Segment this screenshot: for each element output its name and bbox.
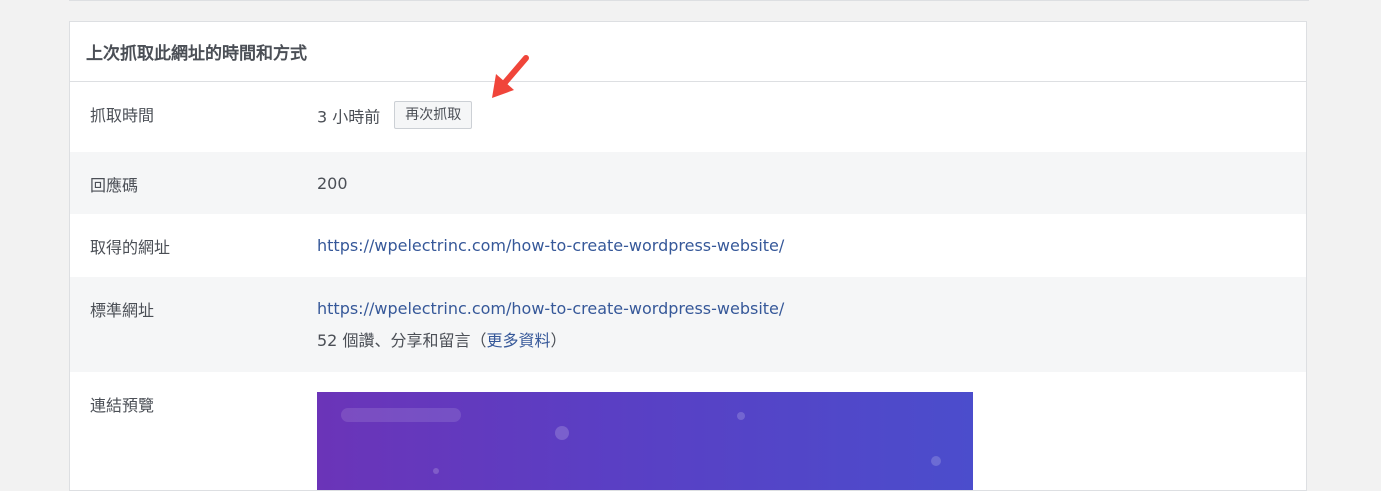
top-divider	[69, 0, 1309, 1]
preview-decoration-dot	[555, 426, 569, 440]
preview-decoration-dot	[931, 456, 941, 466]
engagement-close: ）	[550, 331, 567, 350]
link-preview-image[interactable]	[317, 392, 973, 490]
scrape-info-panel: 上次抓取此網址的時間和方式 抓取時間 3 小時前 再次抓取 回應碼 200 取得的…	[69, 21, 1307, 491]
fetch-time-label: 抓取時間	[90, 106, 155, 125]
canonical-url-link[interactable]: https://wpelectrinc.com/how-to-create-wo…	[317, 299, 784, 318]
link-preview-label: 連結預覽	[90, 396, 155, 415]
red-arrow-icon	[492, 55, 529, 98]
row-fetched-url: 取得的網址 https://wpelectrinc.com/how-to-cre…	[70, 214, 1306, 277]
row-canonical-url: 標準網址 https://wpelectrinc.com/how-to-crea…	[70, 277, 1306, 372]
row-response-code: 回應碼 200	[70, 152, 1306, 214]
canonical-url-line: https://wpelectrinc.com/how-to-create-wo…	[317, 299, 784, 319]
fetched-url-link[interactable]: https://wpelectrinc.com/how-to-create-wo…	[317, 236, 784, 255]
engagement-count: 52 個讚、分享和留言（	[317, 331, 487, 350]
response-code-label: 回應碼	[90, 176, 139, 195]
preview-decoration-dot	[433, 468, 439, 474]
response-code-value: 200	[317, 174, 348, 193]
row-fetch-time: 抓取時間 3 小時前 再次抓取	[70, 82, 1306, 152]
fetched-url-label: 取得的網址	[90, 238, 171, 257]
fetch-time-value-wrap: 3 小時前 再次抓取	[317, 101, 473, 132]
scrape-again-button[interactable]: 再次抓取	[394, 101, 473, 129]
canonical-url-label: 標準網址	[90, 301, 155, 320]
fetched-url-value-wrap: https://wpelectrinc.com/how-to-create-wo…	[317, 236, 784, 256]
engagement-line: 52 個讚、分享和留言（更多資料）	[317, 331, 784, 351]
preview-placeholder-bar	[341, 408, 461, 422]
section-title: 上次抓取此網址的時間和方式	[70, 22, 1306, 82]
more-info-link[interactable]: 更多資料	[486, 331, 550, 350]
canonical-url-value-wrap: https://wpelectrinc.com/how-to-create-wo…	[317, 299, 784, 351]
row-link-preview: 連結預覽	[70, 372, 1306, 490]
preview-decoration-dot	[737, 412, 745, 420]
fetch-time-value: 3 小時前	[317, 107, 381, 127]
